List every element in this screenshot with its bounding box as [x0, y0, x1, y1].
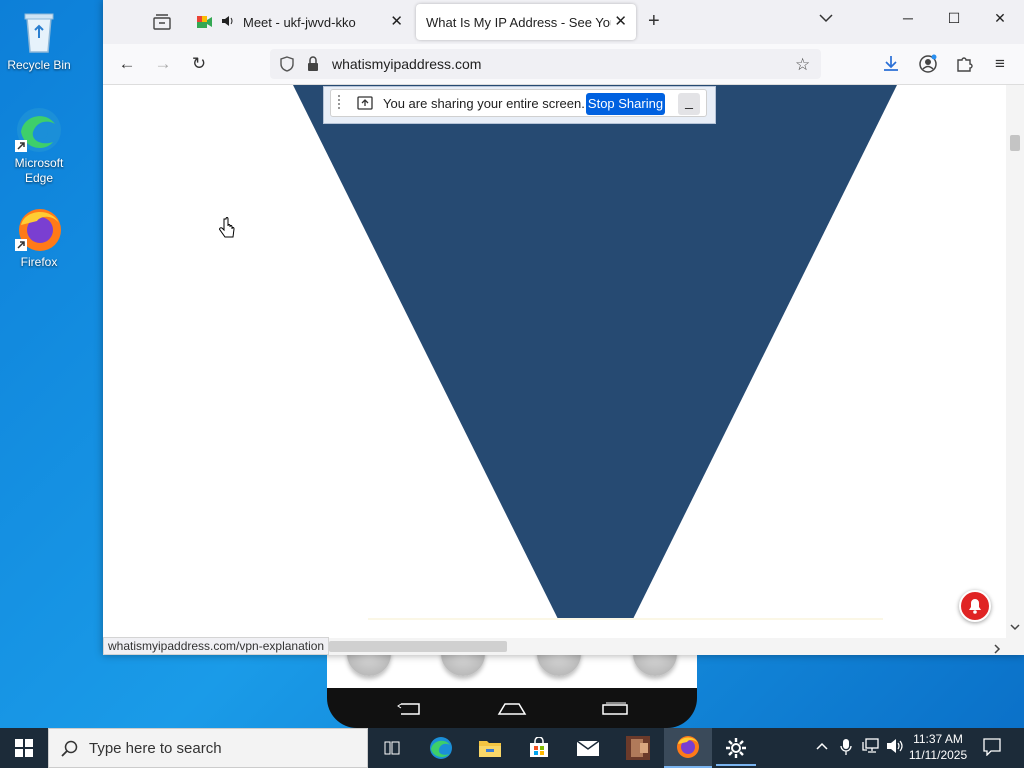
status-url: whatismyipaddress.com/vpn-explanation	[103, 637, 330, 655]
sharing-message: You are sharing your entire screen.	[383, 96, 585, 111]
new-tab-icon[interactable]: +	[648, 10, 660, 32]
scrollbar-thumb[interactable]	[1010, 135, 1020, 151]
taskbar-search-box[interactable]: Type here to search	[48, 728, 368, 768]
desktop-icon-label: Microsoft Edge	[14, 156, 64, 185]
bookmark-star-icon[interactable]: ☆	[795, 55, 810, 75]
menu-icon[interactable]: ≡	[989, 54, 1011, 76]
desktop-icon-label: Firefox	[20, 255, 58, 269]
scroll-down-icon[interactable]	[1010, 623, 1020, 634]
close-tab-icon[interactable]: ✕	[614, 14, 627, 29]
address-bar[interactable]: whatismyipaddress.com ☆	[270, 49, 821, 79]
task-view-icon[interactable]	[372, 732, 412, 764]
tab-whatismyip[interactable]: What Is My IP Address - See Your Public …	[416, 4, 636, 40]
horizontal-scrollbar[interactable]	[327, 638, 1024, 655]
sharing-indicator-panel: You are sharing your entire screen. Stop…	[330, 89, 707, 117]
search-icon	[61, 740, 79, 761]
clock-date: 11/11/2025	[908, 748, 968, 762]
close-tab-icon[interactable]: ✕	[390, 14, 403, 29]
tab-title: Meet - ukf-jwvd-kko	[243, 14, 356, 30]
google-meet-icon	[197, 15, 213, 29]
taskbar: Type here to search 11:37 AM 11/11/2025	[0, 728, 1024, 768]
scrollbar-thumb[interactable]	[329, 641, 507, 652]
minimize-indicator-button[interactable]: _	[678, 93, 700, 115]
screen-share-icon	[357, 96, 373, 113]
mouse-cursor-hand-icon	[219, 217, 235, 244]
desktop-icon-edge[interactable]: Microsoft Edge	[4, 106, 74, 186]
drag-handle-icon[interactable]	[337, 94, 341, 115]
navigation-toolbar: ← → ↻ whatismyipaddress.com ☆ ≡	[103, 44, 1024, 85]
desktop-icon-firefox[interactable]: Firefox	[4, 205, 74, 270]
desktop-icon-recycle-bin[interactable]: Recycle Bin	[4, 8, 74, 73]
page-hero-graphic	[293, 85, 897, 620]
show-hidden-icons-chevron-icon[interactable]	[816, 738, 828, 754]
volume-icon[interactable]	[886, 738, 904, 757]
file-explorer-icon[interactable]	[470, 732, 510, 764]
notification-bell-button[interactable]	[959, 590, 991, 622]
speaker-icon[interactable]	[221, 15, 235, 30]
sharing-indicator: You are sharing your entire screen. Stop…	[323, 86, 716, 124]
system-clock[interactable]: 11:37 AM 11/11/2025	[905, 731, 971, 763]
phone-recents-icon[interactable]	[601, 702, 629, 719]
start-button[interactable]	[4, 732, 44, 764]
account-icon[interactable]	[917, 54, 939, 76]
stop-sharing-button[interactable]: Stop Sharing	[586, 93, 665, 115]
windows-logo-icon	[15, 739, 33, 757]
reload-icon[interactable]: ↻	[188, 54, 210, 76]
notification-center-icon[interactable]	[983, 738, 1001, 759]
clock-time: 11:37 AM	[913, 732, 963, 746]
tab-list-icon[interactable]	[149, 10, 175, 34]
edge-taskbar-icon[interactable]	[421, 732, 461, 764]
network-icon[interactable]	[862, 738, 880, 757]
lock-icon[interactable]	[307, 56, 319, 75]
shield-icon[interactable]	[280, 56, 294, 75]
tab-meet[interactable]: Meet - ukf-jwvd-kko ✕	[187, 4, 412, 40]
tab-bar: Meet - ukf-jwvd-kko ✕ What Is My IP Addr…	[103, 0, 1024, 44]
search-placeholder: Type here to search	[89, 740, 222, 757]
tab-title: What Is My IP Address - See Your Public …	[426, 14, 611, 30]
bell-icon	[969, 599, 981, 614]
edge-icon	[15, 106, 63, 154]
close-window-icon[interactable]: ✕	[985, 10, 1015, 27]
desktop-icon-label: Recycle Bin	[7, 58, 71, 72]
list-all-tabs-icon[interactable]	[811, 10, 841, 26]
phone-home-icon[interactable]	[497, 702, 527, 719]
phone-back-icon[interactable]	[397, 702, 423, 719]
minimize-window-icon[interactable]: ─	[893, 10, 923, 26]
vertical-scrollbar[interactable]	[1006, 85, 1024, 638]
firefox-icon	[15, 205, 63, 253]
page-graphic-shape	[293, 85, 897, 619]
recycle-bin-icon	[15, 8, 63, 56]
firefox-taskbar-icon[interactable]	[664, 728, 712, 768]
settings-gear-icon[interactable]	[716, 732, 756, 766]
microsoft-store-icon[interactable]	[519, 732, 559, 764]
forward-icon[interactable]: →	[152, 54, 174, 76]
url-text[interactable]: whatismyipaddress.com	[332, 56, 481, 72]
microphone-icon[interactable]	[840, 738, 852, 759]
mail-icon[interactable]	[568, 732, 608, 764]
back-icon[interactable]: ←	[116, 54, 138, 76]
maximize-window-icon[interactable]: ☐	[939, 10, 969, 27]
page-content[interactable]	[103, 85, 1006, 638]
downloads-icon[interactable]	[880, 54, 902, 76]
extensions-icon[interactable]	[953, 54, 975, 76]
scroll-right-icon[interactable]	[993, 642, 1001, 657]
photo-app-icon[interactable]	[618, 732, 658, 764]
